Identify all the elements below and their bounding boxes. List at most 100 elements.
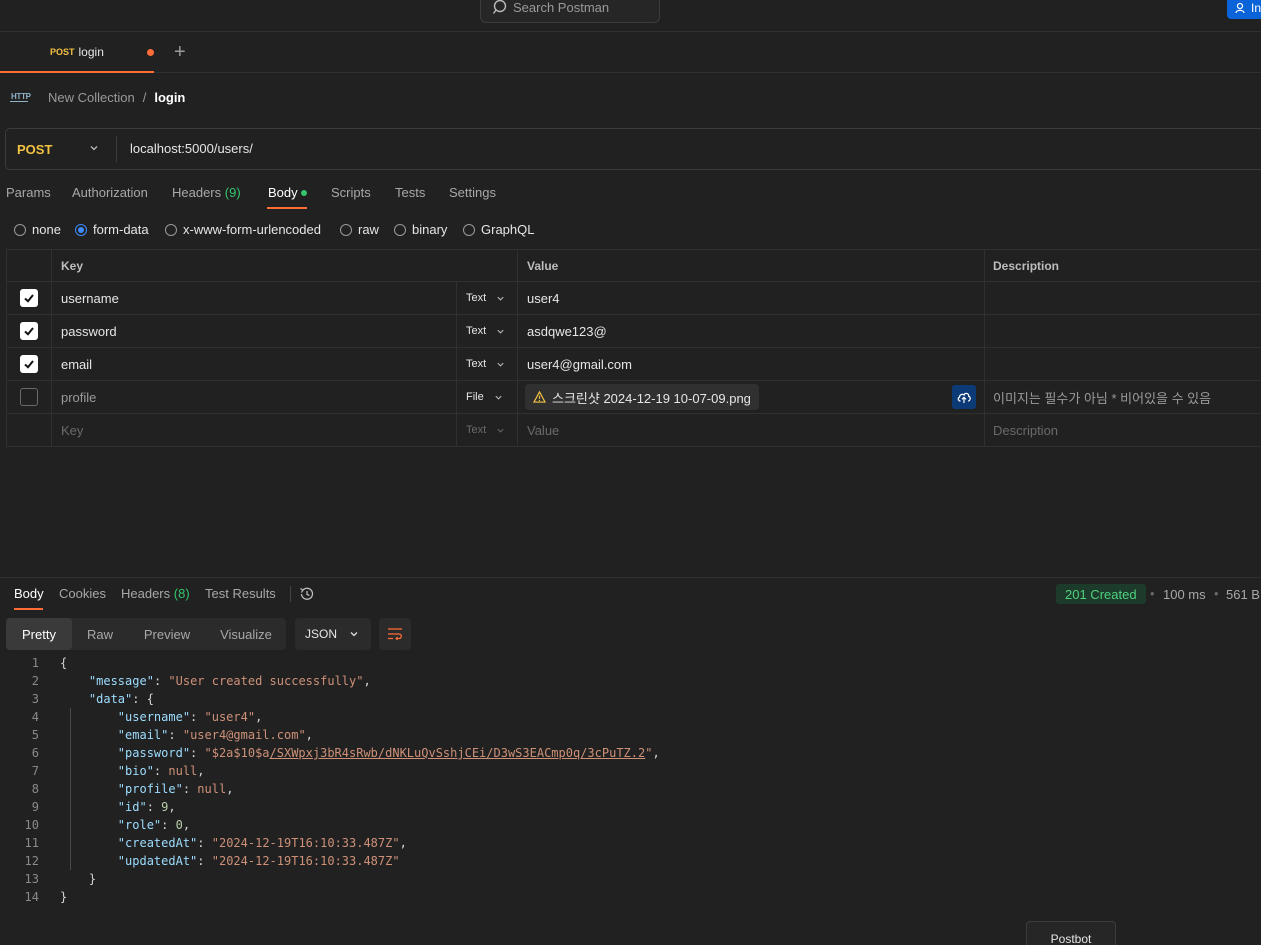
row-value[interactable]: user4 bbox=[517, 282, 984, 314]
row-description[interactable]: 이미지는 필수가 아님 * 비어있을 수 있음 bbox=[984, 381, 1261, 413]
code-line: 3 "data": { bbox=[31, 692, 154, 706]
chevron-down-icon[interactable] bbox=[89, 143, 99, 153]
wrap-lines-button[interactable] bbox=[379, 618, 411, 650]
row-type: File bbox=[466, 391, 484, 403]
format-select[interactable]: JSON bbox=[295, 618, 371, 650]
tab-login[interactable]: POST login bbox=[0, 32, 154, 73]
breadcrumb: HTTP New Collection / login bbox=[10, 86, 185, 108]
postbot-button[interactable]: Postbot bbox=[1026, 921, 1116, 945]
breadcrumb-request[interactable]: login bbox=[154, 90, 185, 105]
row-checkbox-cell bbox=[6, 348, 51, 380]
response-tab-cookies[interactable]: Cookies bbox=[59, 586, 106, 601]
response-tab-underline bbox=[14, 608, 43, 610]
url-input[interactable]: localhost:5000/users/ bbox=[130, 141, 253, 156]
row-description[interactable] bbox=[984, 282, 1261, 314]
code-line: 14} bbox=[24, 890, 68, 904]
view-preview-button[interactable]: Preview bbox=[134, 618, 200, 650]
method-select[interactable]: POST bbox=[17, 142, 52, 157]
add-user-icon bbox=[1235, 2, 1245, 13]
radio-circle-icon bbox=[14, 223, 26, 236]
radio-graphql[interactable]: GraphQL bbox=[463, 222, 534, 237]
table-header-row: Key Value Description bbox=[6, 249, 1261, 282]
status-bullet: • bbox=[1214, 586, 1219, 601]
history-icon[interactable] bbox=[298, 585, 316, 603]
search-bar[interactable]: Search Postman bbox=[480, 0, 660, 23]
radio-binary[interactable]: binary bbox=[394, 222, 447, 237]
checkbox-checked[interactable] bbox=[20, 322, 38, 340]
search-icon bbox=[493, 0, 507, 14]
row-type-select[interactable]: Text bbox=[456, 282, 517, 314]
radio-circle-icon bbox=[340, 223, 352, 236]
new-tab-plus-icon[interactable]: + bbox=[174, 42, 186, 62]
row-value[interactable]: asdqwe123@ bbox=[517, 315, 984, 347]
view-pretty-button[interactable]: Pretty bbox=[6, 618, 72, 650]
breadcrumb-separator: / bbox=[142, 89, 147, 105]
json-id: 9 bbox=[161, 800, 169, 814]
table-row-placeholder: Key Text Value Description bbox=[6, 414, 1261, 447]
key-placeholder[interactable]: Key bbox=[51, 414, 456, 446]
value-placeholder[interactable]: Value bbox=[517, 414, 984, 446]
row-description[interactable] bbox=[984, 315, 1261, 347]
radio-x-www-form-urlencoded[interactable]: x-www-form-urlencoded bbox=[165, 222, 321, 237]
radio-circle-icon bbox=[165, 223, 177, 236]
description-placeholder[interactable]: Description bbox=[984, 414, 1261, 446]
upload-cloud-button[interactable] bbox=[952, 385, 976, 409]
tab-body[interactable]: Body bbox=[268, 185, 298, 200]
table-row: password Text asdqwe123@ bbox=[6, 315, 1261, 348]
unsaved-dot-icon[interactable] bbox=[147, 49, 154, 56]
http-icon: HTTP bbox=[10, 92, 31, 102]
row-type-select[interactable]: File bbox=[456, 381, 517, 413]
row-type-select[interactable]: Text bbox=[456, 315, 517, 347]
type-select-placeholder[interactable]: Text bbox=[456, 414, 517, 446]
row-checkbox-cell bbox=[6, 414, 51, 446]
row-key[interactable]: password bbox=[51, 315, 456, 347]
checkbox-unchecked[interactable] bbox=[20, 388, 38, 406]
json-password-link[interactable]: /SXWpxj3bR4sRwb/dNKLuQvSshjCEi/D3wS3EACm… bbox=[270, 746, 646, 760]
json-email: user4@gmail.com bbox=[190, 728, 299, 742]
chevron-down-icon bbox=[495, 395, 502, 400]
response-tab-body[interactable]: Body bbox=[14, 586, 44, 601]
json-created-at: 2024-12-19T16:10:33.487Z bbox=[218, 836, 393, 850]
response-tab-test-results[interactable]: Test Results bbox=[205, 586, 276, 601]
json-role: 0 bbox=[175, 818, 183, 832]
code-line: 2 "message": "User created successfully"… bbox=[31, 674, 371, 688]
radio-none[interactable]: none bbox=[14, 222, 61, 237]
tab-scripts[interactable]: Scripts bbox=[331, 185, 371, 200]
breadcrumb-collection[interactable]: New Collection bbox=[48, 90, 135, 105]
checkbox-checked[interactable] bbox=[20, 355, 38, 373]
response-size[interactable]: 561 B bbox=[1226, 587, 1260, 602]
radio-form-data[interactable]: form-data bbox=[75, 222, 149, 237]
row-value[interactable]: user4@gmail.com bbox=[517, 348, 984, 380]
json-username: user4 bbox=[211, 710, 248, 724]
status-badge[interactable]: 201 Created bbox=[1056, 584, 1146, 604]
row-key[interactable]: profile bbox=[51, 381, 456, 413]
code-line: 5 "email": "user4@gmail.com", bbox=[31, 728, 313, 742]
invite-button[interactable]: In bbox=[1227, 0, 1261, 19]
checkbox-checked[interactable] bbox=[20, 289, 38, 307]
header-check-cell bbox=[6, 250, 51, 281]
response-divider[interactable] bbox=[0, 577, 1261, 578]
tab-headers[interactable]: Headers (9) bbox=[172, 185, 241, 200]
wrap-lines-icon bbox=[388, 628, 402, 641]
type-placeholder: Text bbox=[466, 424, 487, 436]
code-line: 8 "profile": null, bbox=[31, 782, 234, 796]
radio-selected-icon bbox=[75, 223, 87, 236]
tab-authorization[interactable]: Authorization bbox=[72, 185, 148, 200]
row-key[interactable]: username bbox=[51, 282, 456, 314]
tab-method: POST bbox=[50, 46, 75, 57]
json-password-prefix: $2a$10$a bbox=[211, 746, 270, 760]
tab-params[interactable]: Params bbox=[6, 185, 51, 200]
row-type-select[interactable]: Text bbox=[456, 348, 517, 380]
file-chip[interactable]: 스크린샷 2024-12-19 10-07-09.png bbox=[525, 384, 759, 410]
response-time[interactable]: 100 ms bbox=[1163, 587, 1206, 602]
view-raw-button[interactable]: Raw bbox=[76, 618, 124, 650]
header-type-cell bbox=[456, 250, 517, 281]
tab-settings[interactable]: Settings bbox=[449, 185, 496, 200]
radio-form-data-label: form-data bbox=[93, 222, 149, 237]
tab-tests[interactable]: Tests bbox=[395, 185, 425, 200]
radio-raw[interactable]: raw bbox=[340, 222, 379, 237]
response-tab-headers[interactable]: Headers (8) bbox=[121, 586, 190, 601]
view-visualize-button[interactable]: Visualize bbox=[210, 618, 282, 650]
row-description[interactable] bbox=[984, 348, 1261, 380]
row-key[interactable]: email bbox=[51, 348, 456, 380]
